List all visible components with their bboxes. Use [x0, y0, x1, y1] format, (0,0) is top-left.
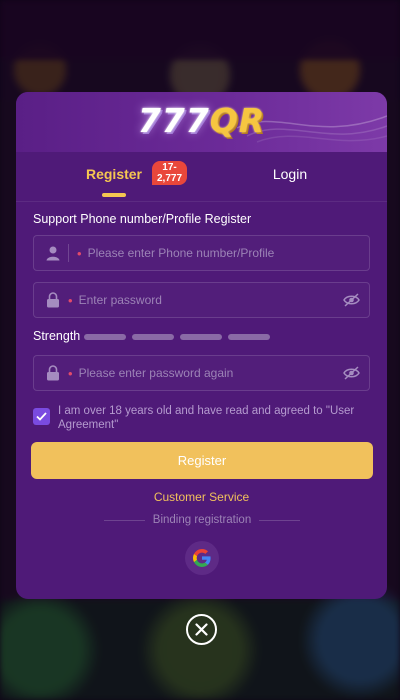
phone-input[interactable]	[87, 246, 369, 260]
lock-icon	[38, 365, 68, 381]
strength-bar	[84, 334, 126, 340]
eye-off-icon[interactable]	[333, 366, 369, 380]
required-marker: •	[68, 365, 73, 381]
confirm-password-field[interactable]: •	[33, 355, 370, 391]
brand-logo: 777QR	[138, 101, 265, 140]
divider-line	[259, 519, 301, 521]
tab-login-label: Login	[272, 166, 308, 182]
google-signin-button[interactable]	[185, 541, 219, 575]
section-title: Support Phone number/Profile Register	[33, 212, 252, 226]
field-separator	[68, 244, 69, 262]
customer-service-link[interactable]: Customer Service	[16, 490, 387, 504]
agreement-text[interactable]: I am over 18 years old and have read and…	[58, 404, 373, 432]
strength-bar	[132, 334, 174, 340]
tab-register[interactable]: Register 17-2,777	[54, 161, 188, 185]
eye-off-icon[interactable]	[333, 293, 369, 307]
password-field[interactable]: •	[33, 282, 370, 318]
binding-divider: Binding registration	[104, 514, 301, 526]
strength-bar	[228, 334, 270, 340]
phone-field[interactable]: •	[33, 235, 370, 271]
lock-icon	[38, 292, 68, 308]
strength-bar	[180, 334, 222, 340]
tab-login[interactable]: Login	[230, 166, 350, 182]
logo-text-letters: QR	[209, 101, 266, 140]
password-strength-meter	[84, 334, 270, 340]
close-icon	[195, 623, 208, 636]
strength-label: Strength	[33, 329, 81, 343]
tab-register-label: Register	[85, 166, 143, 182]
tabs-divider	[16, 201, 387, 202]
agreement-checkbox[interactable]	[33, 408, 50, 425]
promo-badge: 17-2,777	[152, 161, 188, 185]
required-marker: •	[68, 292, 73, 308]
password-input[interactable]	[78, 293, 333, 307]
confirm-password-input[interactable]	[78, 366, 333, 380]
google-icon	[193, 549, 211, 567]
logo-text-digits: 777	[137, 101, 210, 140]
binding-text: Binding registration	[152, 514, 252, 526]
register-button[interactable]: Register	[31, 442, 373, 479]
close-button[interactable]	[186, 614, 217, 645]
register-modal: 777QR Register 17-2,777 Login Support Ph…	[16, 92, 387, 599]
modal-header: 777QR	[16, 92, 387, 152]
divider-line	[104, 519, 145, 521]
check-icon	[36, 412, 47, 421]
auth-tabs: Register 17-2,777 Login	[16, 152, 387, 202]
active-tab-indicator	[102, 193, 126, 197]
user-icon	[38, 245, 68, 261]
required-marker: •	[77, 245, 82, 261]
agreement-row: I am over 18 years old and have read and…	[33, 404, 373, 432]
